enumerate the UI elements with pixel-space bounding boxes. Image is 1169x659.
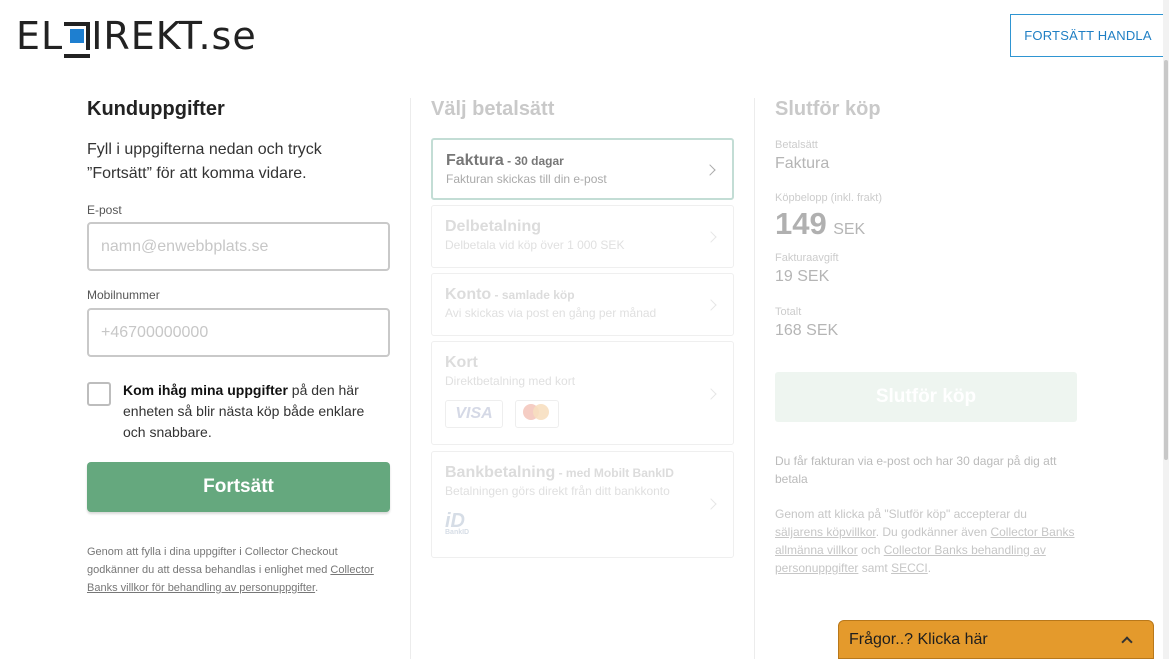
continue-shopping-button[interactable]: FORTSÄTT HANDLA: [1010, 14, 1166, 57]
continue-button[interactable]: Fortsätt: [87, 462, 390, 512]
help-chat-button[interactable]: Frågor..? Klicka här: [838, 620, 1154, 659]
payment-option-name: Bankbetalning - med Mobilt BankID: [445, 464, 719, 482]
logo[interactable]: EL IREKT.se: [16, 14, 257, 58]
seller-terms-link[interactable]: säljarens köpvillkor: [775, 525, 876, 539]
finish-purchase-button[interactable]: Slutför köp: [775, 372, 1077, 422]
column-divider: [410, 98, 411, 659]
column-divider: [754, 98, 755, 659]
help-chat-label: Frågor..? Klicka här: [849, 630, 988, 648]
order-summary-title: Slutför köp: [775, 98, 881, 120]
payment-method-title: Välj betalsätt: [431, 98, 555, 120]
phone-label: Mobilnummer: [87, 288, 160, 302]
legal-text: Genom att fylla i dina uppgifter i Colle…: [87, 546, 338, 576]
chevron-right-icon: [705, 388, 717, 400]
payment-option-konto[interactable]: Konto - samlade köp Avi skickas via post…: [431, 273, 734, 336]
secci-link[interactable]: SECCI: [891, 561, 928, 575]
payment-option-bankbetalning[interactable]: Bankbetalning - med Mobilt BankID Betaln…: [431, 451, 734, 558]
payment-option-desc: Betalningen görs direkt från ditt bankko…: [445, 484, 670, 498]
payment-option-name: Faktura - 30 dagar: [446, 152, 718, 170]
logo-text-left: EL: [16, 14, 64, 58]
payment-name-text: Faktura: [446, 152, 504, 169]
fee-label: Fakturaavgift: [775, 252, 839, 264]
logo-mark-icon: [64, 22, 91, 58]
scrollbar-thumb[interactable]: [1164, 60, 1168, 460]
bankid-label: BankID: [445, 529, 470, 536]
invoice-info-text: Du får fakturan via e-post och har 30 da…: [775, 454, 1057, 486]
phone-field[interactable]: [87, 308, 390, 357]
legal-text: samt: [858, 561, 892, 575]
legal-text: och: [857, 543, 884, 557]
page-scrollbar[interactable]: [1163, 0, 1169, 659]
payment-method-section: Välj betalsätt Faktura - 30 dagar Faktur…: [431, 98, 734, 558]
email-field[interactable]: [87, 222, 390, 271]
visa-icon: VISA: [445, 400, 503, 428]
payment-option-name: Delbetalning: [445, 218, 542, 235]
total-value: 168 SEK: [775, 322, 839, 339]
payment-option-desc: Delbetala vid köp över 1 000 SEK: [445, 238, 625, 252]
mastercard-icon: [515, 400, 559, 428]
payment-method-value: Faktura: [775, 155, 830, 172]
legal-text: . Du godkänner även: [875, 525, 991, 539]
payment-name-text: Bankbetalning: [445, 464, 556, 481]
legal-text: Genom att klicka på "Slutför köp" accept…: [775, 507, 1027, 521]
payment-sub-text: - samlade köp: [491, 288, 575, 302]
payment-sub-text: - med Mobilt BankID: [555, 466, 674, 480]
remember-me-bold: Kom ihåg mina uppgifter: [123, 382, 288, 398]
customer-intro-text: Fyll i uppgifterna nedan och tryck ”Fort…: [87, 141, 322, 182]
payment-sub-text: - 30 dagar: [503, 154, 564, 168]
amount-label: Köpbelopp (inkl. frakt): [775, 192, 882, 204]
summary-legal-text: Genom att klicka på "Slutför köp" accept…: [775, 505, 1077, 577]
remember-me-text: Kom ihåg mina uppgifter på den här enhet…: [123, 380, 390, 443]
logo-text-right: IREKT.se: [91, 14, 257, 58]
amount-value: 149: [775, 206, 827, 241]
customer-legal-text: Genom att fylla i dina uppgifter i Colle…: [87, 543, 390, 597]
payment-option-desc: Fakturan skickas till din e-post: [446, 172, 607, 186]
payment-name-text: Konto: [445, 286, 492, 303]
payment-option-name: Konto - samlade köp: [445, 286, 719, 304]
customer-details-title: Kunduppgifter: [87, 98, 225, 120]
amount-currency: SEK: [833, 221, 866, 238]
amount-row: 149 SEK: [775, 206, 1077, 242]
legal-end: .: [315, 582, 319, 594]
chevron-right-icon: [705, 498, 717, 510]
remember-me-row: Kom ihåg mina uppgifter på den här enhet…: [87, 380, 390, 443]
remember-me-checkbox[interactable]: [87, 382, 111, 406]
chevron-up-icon: [1121, 636, 1133, 648]
card-logos: VISA: [445, 400, 719, 428]
email-label: E-post: [87, 203, 122, 217]
payment-option-delbetalning[interactable]: Delbetalning Delbetala vid köp över 1 00…: [431, 205, 734, 268]
bankid-icon: iD BankID: [445, 510, 475, 540]
payment-option-kort[interactable]: Kort Direktbetalning med kort VISA: [431, 341, 734, 445]
payment-option-desc: Avi skickas via post en gång per månad: [445, 306, 657, 320]
payment-option-name: Kort: [445, 354, 478, 371]
payment-method-label: Betalsätt: [775, 139, 818, 151]
legal-text: .: [927, 561, 932, 575]
customer-details-section: Kunduppgifter Fyll i uppgifterna nedan o…: [87, 98, 390, 597]
payment-option-faktura[interactable]: Faktura - 30 dagar Fakturan skickas till…: [431, 138, 734, 200]
fee-value: 19 SEK: [775, 268, 830, 285]
order-summary-section: Slutför köp Betalsätt Faktura Köpbelopp …: [775, 98, 1077, 577]
total-label: Totalt: [775, 306, 802, 318]
payment-option-desc: Direktbetalning med kort: [445, 374, 576, 388]
